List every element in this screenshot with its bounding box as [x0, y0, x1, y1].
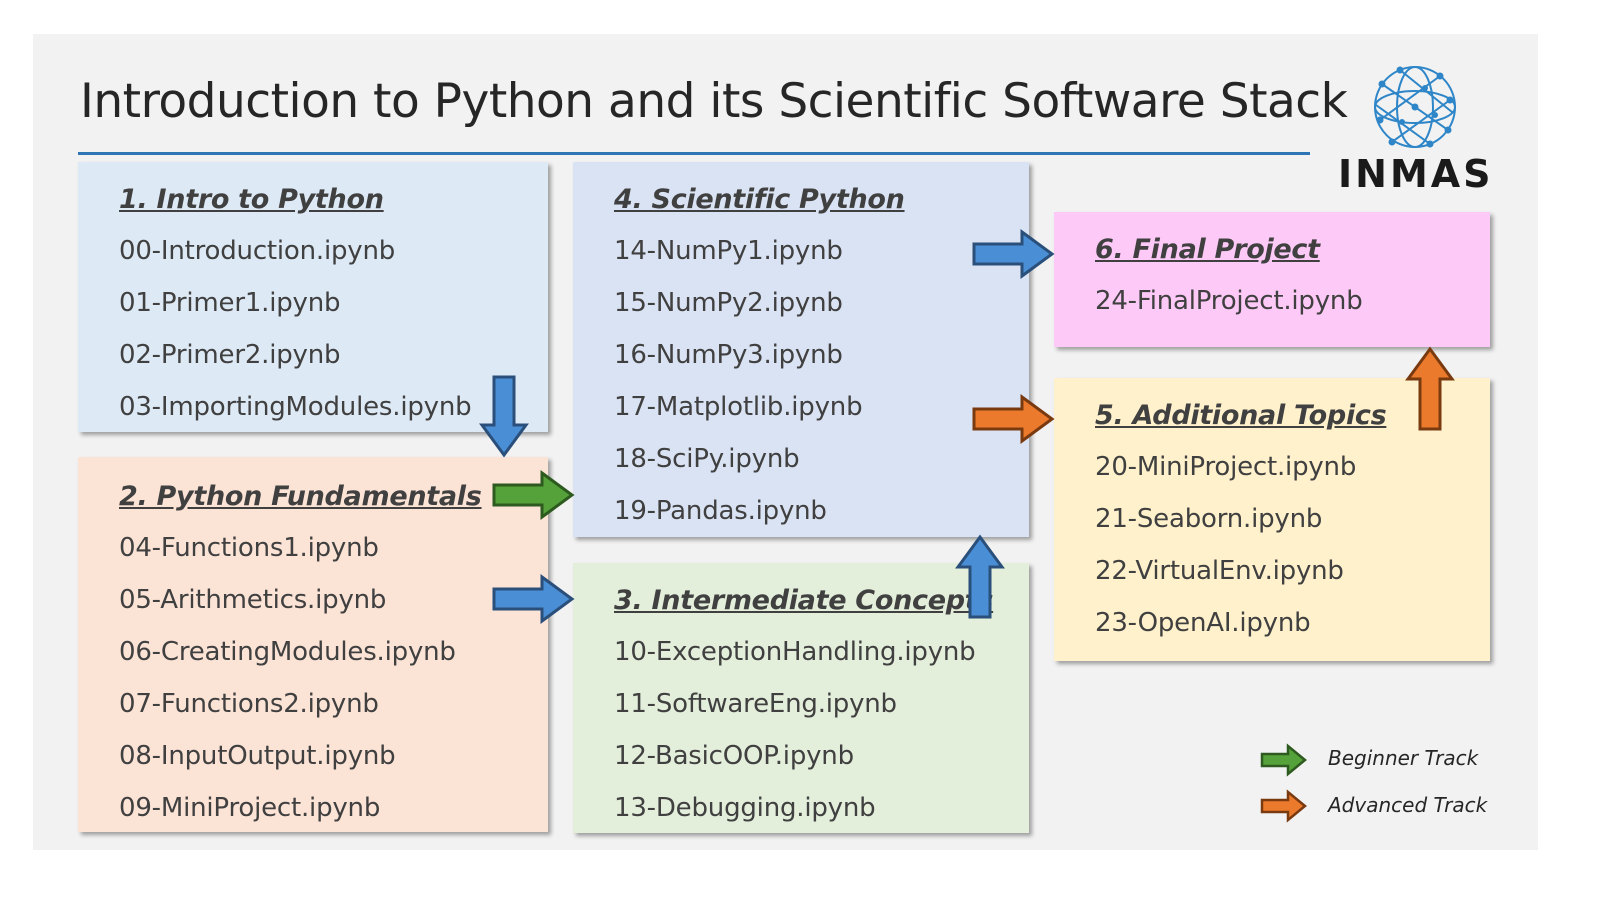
legend-advanced-track: Advanced Track: [1328, 793, 1488, 817]
section-scientific-python: 4. Scientific Python 14-NumPy1.ipynb 15-…: [573, 162, 1029, 537]
legend-beginner-track: Beginner Track: [1328, 746, 1479, 770]
notebook-item: 08-InputOutput.ipynb: [119, 741, 396, 771]
inmas-logo-text: INMAS: [1338, 152, 1494, 196]
arrow-up-blue-icon: [955, 534, 1005, 619]
section-heading: 1. Intro to Python: [119, 184, 384, 215]
arrow-right-blue-icon: [972, 229, 1055, 279]
notebook-item: 03-ImportingModules.ipynb: [119, 392, 472, 422]
section-heading: 6. Final Project: [1095, 234, 1320, 265]
notebook-item: 01-Primer1.ipynb: [119, 288, 341, 318]
notebook-item: 17-Matplotlib.ipynb: [614, 392, 863, 422]
section-intro-to-python: 1. Intro to Python 00-Introduction.ipynb…: [78, 162, 548, 432]
notebook-item: 07-Functions2.ipynb: [119, 689, 379, 719]
notebook-item: 20-MiniProject.ipynb: [1095, 452, 1357, 482]
notebook-item: 02-Primer2.ipynb: [119, 340, 341, 370]
section-heading: 5. Additional Topics: [1095, 400, 1387, 431]
section-heading: 2. Python Fundamentals: [119, 481, 482, 512]
notebook-item: 15-NumPy2.ipynb: [614, 288, 843, 318]
legend-green-arrow-icon: [1260, 743, 1307, 777]
notebook-item: 10-ExceptionHandling.ipynb: [614, 637, 976, 667]
notebook-item: 11-SoftwareEng.ipynb: [614, 689, 897, 719]
notebook-item: 19-Pandas.ipynb: [614, 496, 827, 526]
arrow-down-blue-icon: [479, 375, 529, 458]
section-heading: 3. Intermediate Concepts: [614, 585, 994, 616]
page-title: Introduction to Python and its Scientifi…: [80, 74, 1348, 129]
notebook-item: 22-VirtualEnv.ipynb: [1095, 556, 1344, 586]
arrow-right-blue-icon: [492, 574, 575, 624]
section-final-project: 6. Final Project 24-FinalProject.ipynb: [1054, 212, 1490, 347]
notebook-item: 16-NumPy3.ipynb: [614, 340, 843, 370]
title-underline: [78, 152, 1310, 155]
notebook-item: 21-Seaborn.ipynb: [1095, 504, 1323, 534]
legend-orange-arrow-icon: [1260, 789, 1307, 823]
arrow-up-orange-icon: [1405, 346, 1455, 431]
notebook-item: 04-Functions1.ipynb: [119, 533, 379, 563]
notebook-item: 12-BasicOOP.ipynb: [614, 741, 854, 771]
arrow-right-orange-icon: [972, 394, 1055, 444]
notebook-item: 13-Debugging.ipynb: [614, 793, 876, 823]
section-python-fundamentals: 2. Python Fundamentals 04-Functions1.ipy…: [78, 457, 548, 832]
arrow-right-green-icon: [492, 470, 575, 520]
notebook-item: 06-CreatingModules.ipynb: [119, 637, 456, 667]
notebook-item: 18-SciPy.ipynb: [614, 444, 800, 474]
notebook-item: 14-NumPy1.ipynb: [614, 236, 843, 266]
notebook-item: 05-Arithmetics.ipynb: [119, 585, 387, 615]
notebook-item: 00-Introduction.ipynb: [119, 236, 396, 266]
notebook-item: 09-MiniProject.ipynb: [119, 793, 381, 823]
notebook-item: 24-FinalProject.ipynb: [1095, 286, 1363, 316]
section-heading: 4. Scientific Python: [614, 184, 905, 215]
notebook-item: 23-OpenAI.ipynb: [1095, 608, 1311, 638]
